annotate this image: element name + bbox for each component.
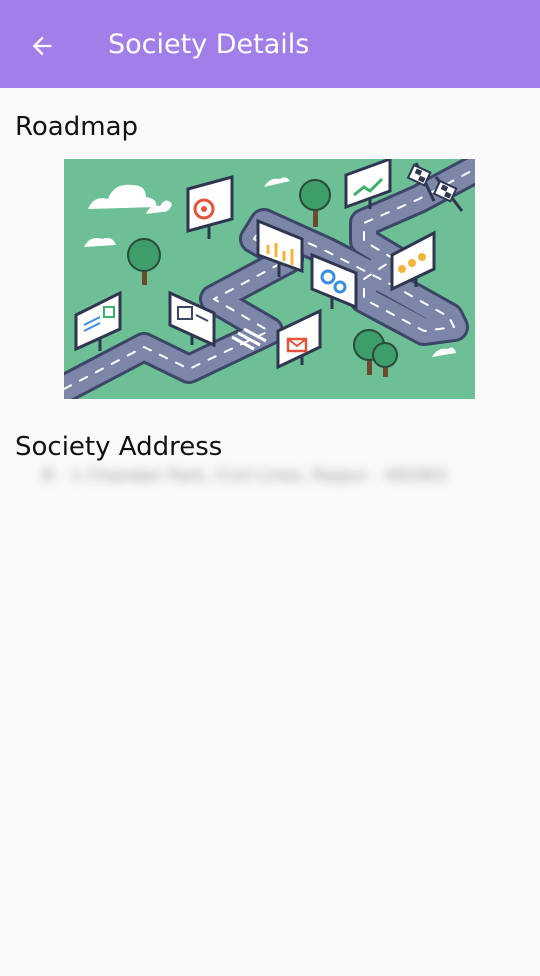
roadmap-heading: Roadmap: [15, 112, 139, 142]
address-value: B - 1 Chandan Park, Civil Lines, Raipur …: [42, 466, 450, 486]
back-button[interactable]: [20, 24, 64, 68]
page-title: Society Details: [108, 29, 310, 60]
roadmap-illustration-svg: [64, 159, 475, 399]
address-heading: Society Address: [15, 432, 223, 462]
arrow-left-icon: [32, 36, 52, 56]
roadmap-illustration: [64, 159, 475, 399]
app-bar: Society Details: [0, 0, 540, 88]
